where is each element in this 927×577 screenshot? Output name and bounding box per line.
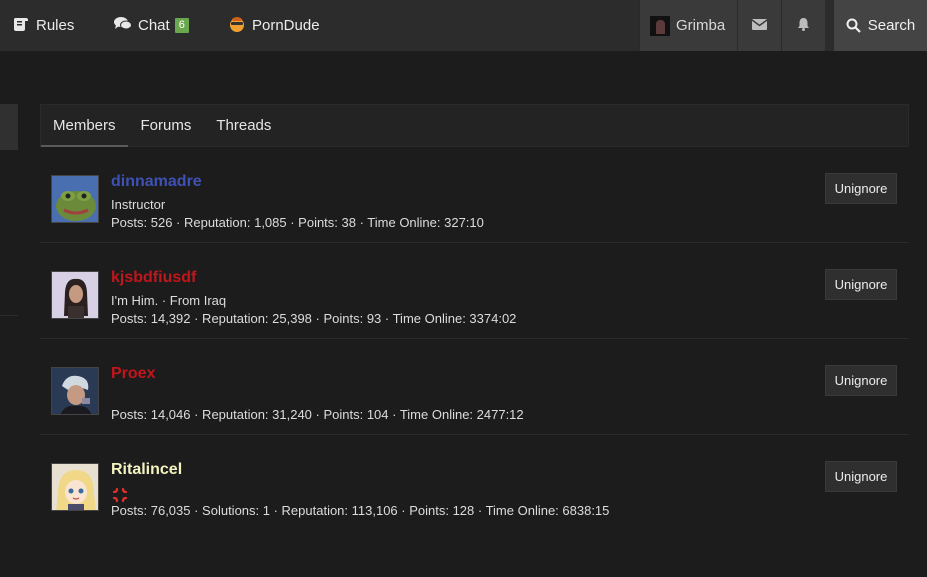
porndude-logo-icon (228, 16, 246, 36)
unignore-button[interactable]: Unignore (825, 173, 897, 204)
member-row: kjsbdfiusdf I'm Him. · From Iraq Posts: … (40, 243, 909, 339)
avatar[interactable] (51, 271, 99, 319)
nav-porndude-label: PornDude (252, 17, 320, 34)
nav-chat-label: Chat (138, 17, 170, 34)
member-stats: Posts: 526 · Reputation: 1,085 · Points:… (111, 215, 484, 230)
alerts-button[interactable] (781, 0, 825, 51)
user-menu-button[interactable]: Grimba (639, 0, 737, 51)
member-row: Proex Posts: 14,046 · Reputation: 31,240… (40, 339, 909, 435)
unignore-button[interactable]: Unignore (825, 269, 897, 300)
member-name[interactable]: Proex (111, 365, 155, 383)
member-stats: Posts: 76,035 · Solutions: 1 · Reputatio… (111, 503, 610, 518)
search-button[interactable]: Search (833, 0, 927, 51)
user-controls: Grimba Search (639, 0, 927, 51)
scroll-icon (12, 16, 30, 36)
member-title: Instructor (111, 197, 166, 212)
member-name[interactable]: dinnamadre (111, 173, 202, 191)
member-stats: Posts: 14,046 · Reputation: 31,240 · Poi… (111, 407, 524, 422)
avatar[interactable] (51, 367, 99, 415)
chat-count-badge: 6 (174, 18, 189, 33)
tab-members[interactable]: Members (41, 104, 127, 147)
ignored-list-panel: Members Forums Threads dinnamadre Instru… (40, 104, 909, 577)
top-navigation-bar: Rules Chat 6 PornDude Grimba Search (0, 0, 927, 51)
chat-bubbles-icon (114, 16, 132, 35)
nav-rules[interactable]: Rules (12, 0, 74, 51)
search-label: Search (867, 17, 916, 34)
bell-icon (797, 17, 810, 35)
tab-forums[interactable]: Forums (141, 104, 192, 147)
user-avatar (650, 15, 670, 36)
search-icon (846, 18, 861, 33)
member-row: dinnamadre Instructor Posts: 526 · Reput… (40, 147, 909, 243)
member-row: Ritalincel Posts: 76,035 · Solutions: 1 … (40, 435, 909, 531)
unignore-button[interactable]: Unignore (825, 365, 897, 396)
toolbar-spacer (825, 0, 833, 51)
member-name[interactable]: kjsbdfiusdf (111, 269, 196, 287)
member-name[interactable]: Ritalincel (111, 461, 182, 479)
sidebar-edge (0, 104, 18, 150)
unignore-button[interactable]: Unignore (825, 461, 897, 492)
envelope-icon (751, 17, 768, 34)
avatar[interactable] (51, 463, 99, 511)
username-label: Grimba (676, 17, 726, 34)
sidebar-divider (0, 315, 18, 316)
member-stats: Posts: 14,392 · Reputation: 25,398 · Poi… (111, 311, 517, 326)
tab-threads[interactable]: Threads (216, 104, 271, 147)
nav-chat[interactable]: Chat 6 (114, 0, 189, 51)
avatar[interactable] (51, 175, 99, 223)
nav-porndude[interactable]: PornDude (228, 0, 320, 51)
inbox-button[interactable] (737, 0, 781, 51)
member-title: I'm Him. · From Iraq (111, 293, 227, 308)
nav-rules-label: Rules (36, 17, 75, 34)
ignore-tabs: Members Forums Threads (40, 104, 909, 147)
